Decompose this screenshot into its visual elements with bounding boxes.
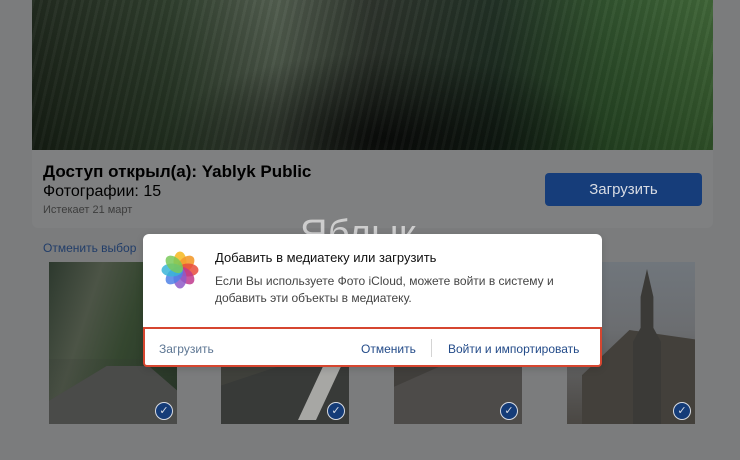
check-icon[interactable]: ✓ — [673, 402, 691, 420]
expiry-date: Истекает 21 март — [43, 204, 133, 216]
dialog-message: Если Вы используете Фото iCloud, можете … — [215, 274, 554, 305]
photos-count: Фотографии: 15 — [43, 183, 162, 200]
sign-in-import-button[interactable]: Войти и импортировать — [448, 342, 579, 356]
photos-icon — [161, 251, 199, 289]
check-icon[interactable]: ✓ — [500, 402, 518, 420]
add-to-library-dialog: Добавить в медиатеку или загрузить Если … — [143, 234, 602, 367]
dialog-title: Добавить в медиатеку или загрузить — [215, 250, 437, 265]
check-icon[interactable]: ✓ — [327, 402, 345, 420]
dialog-cancel-button[interactable]: Отменить — [361, 342, 416, 356]
shared-album-page: Доступ открыл(а): Yablyk Public Фотограф… — [0, 0, 740, 460]
deselect-link[interactable]: Отменить выбор — [43, 241, 136, 255]
dialog-upload-button[interactable]: Загрузить — [159, 342, 214, 356]
upload-button[interactable]: Загрузить — [545, 173, 702, 206]
actions-divider — [431, 339, 432, 357]
check-icon[interactable]: ✓ — [155, 402, 173, 420]
dialog-actions: Загрузить Отменить Войти и импортировать — [143, 327, 602, 367]
album-title: Доступ открыл(а): Yablyk Public — [43, 162, 312, 181]
album-cover-photo — [32, 0, 713, 150]
